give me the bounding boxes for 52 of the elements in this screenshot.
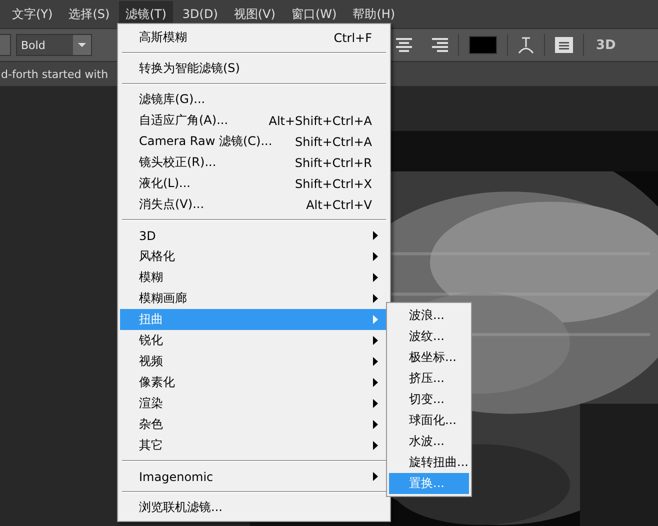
submenu-arrow-icon xyxy=(373,336,378,345)
menu-item[interactable]: 挤压... xyxy=(389,368,469,389)
menu-item[interactable]: 水波... xyxy=(389,431,469,452)
text-color-swatch[interactable] xyxy=(469,36,497,54)
submenu-arrow-icon xyxy=(373,294,378,303)
submenu-arrow-icon xyxy=(373,441,378,450)
menu-item[interactable]: 波浪... xyxy=(389,305,469,326)
menu-item[interactable]: 其它 xyxy=(120,435,388,456)
menu-item[interactable]: 切变... xyxy=(389,389,469,410)
menu-item[interactable]: 滤镜库(G)... xyxy=(120,89,388,110)
menu-item[interactable]: 旋转扭曲... xyxy=(389,452,469,473)
menu-item[interactable]: 渲染 xyxy=(120,393,388,414)
submenu-arrow-icon xyxy=(373,231,378,240)
submenu-arrow-icon xyxy=(373,472,378,481)
submenu-arrow-icon xyxy=(373,378,378,387)
panel-icon[interactable] xyxy=(555,37,573,53)
menu-bar-item[interactable]: 3D(D) xyxy=(175,2,225,26)
menu-item[interactable]: 3D xyxy=(120,225,388,246)
submenu-arrow-icon xyxy=(373,252,378,261)
menu-item[interactable]: 杂色 xyxy=(120,414,388,435)
submenu-arrow-icon xyxy=(373,420,378,429)
align-center-icon[interactable] xyxy=(396,38,412,52)
menu-item[interactable]: 风格化 xyxy=(120,246,388,267)
menu-item[interactable]: 球面化... xyxy=(389,410,469,431)
align-right-icon[interactable] xyxy=(432,38,448,52)
warp-text-icon[interactable] xyxy=(518,36,534,54)
menu-bar-item[interactable]: 文字(Y) xyxy=(5,0,60,28)
submenu-arrow-icon xyxy=(373,357,378,366)
menu-item[interactable]: Camera Raw 滤镜(C)... Shift+Ctrl+A xyxy=(120,131,388,152)
menu-item[interactable]: 镜头校正(R)... Shift+Ctrl+R xyxy=(120,152,388,173)
font-style-dropdown[interactable]: Bold xyxy=(16,34,92,56)
menu-item[interactable]: 像素化 xyxy=(120,372,388,393)
menu-item[interactable]: 自适应广角(A)... Alt+Shift+Ctrl+A xyxy=(120,110,388,131)
menu-item[interactable]: 视频 xyxy=(120,351,388,372)
menu-bar-item[interactable]: 选择(S) xyxy=(62,0,117,28)
menu-item[interactable]: 浏览联机滤镜... xyxy=(120,497,388,518)
menu-item[interactable]: 高斯模糊 Ctrl+F xyxy=(120,27,388,48)
menu-item[interactable]: 锐化 xyxy=(120,330,388,351)
menu-item[interactable]: 波纹... xyxy=(389,326,469,347)
menu-item[interactable]: 极坐标... xyxy=(389,347,469,368)
submenu-arrow-icon xyxy=(373,399,378,408)
3d-mode-button[interactable]: 3D xyxy=(596,38,616,52)
submenu-arrow-icon xyxy=(373,315,378,324)
caret-icon xyxy=(78,42,86,48)
menu-item[interactable]: 转换为智能滤镜(S) xyxy=(120,58,388,79)
document-tab[interactable]: d-forth started with xyxy=(0,68,108,80)
menu-item[interactable]: 液化(L)... Shift+Ctrl+X xyxy=(120,173,388,194)
menu-item[interactable]: Imagenomic xyxy=(120,466,388,487)
submenu-arrow-icon xyxy=(373,273,378,282)
menu-item[interactable]: 模糊 xyxy=(120,267,388,288)
menu-item[interactable]: 消失点(V)... Alt+Ctrl+V xyxy=(120,194,388,215)
menu-item[interactable]: 模糊画廊 xyxy=(120,288,388,309)
